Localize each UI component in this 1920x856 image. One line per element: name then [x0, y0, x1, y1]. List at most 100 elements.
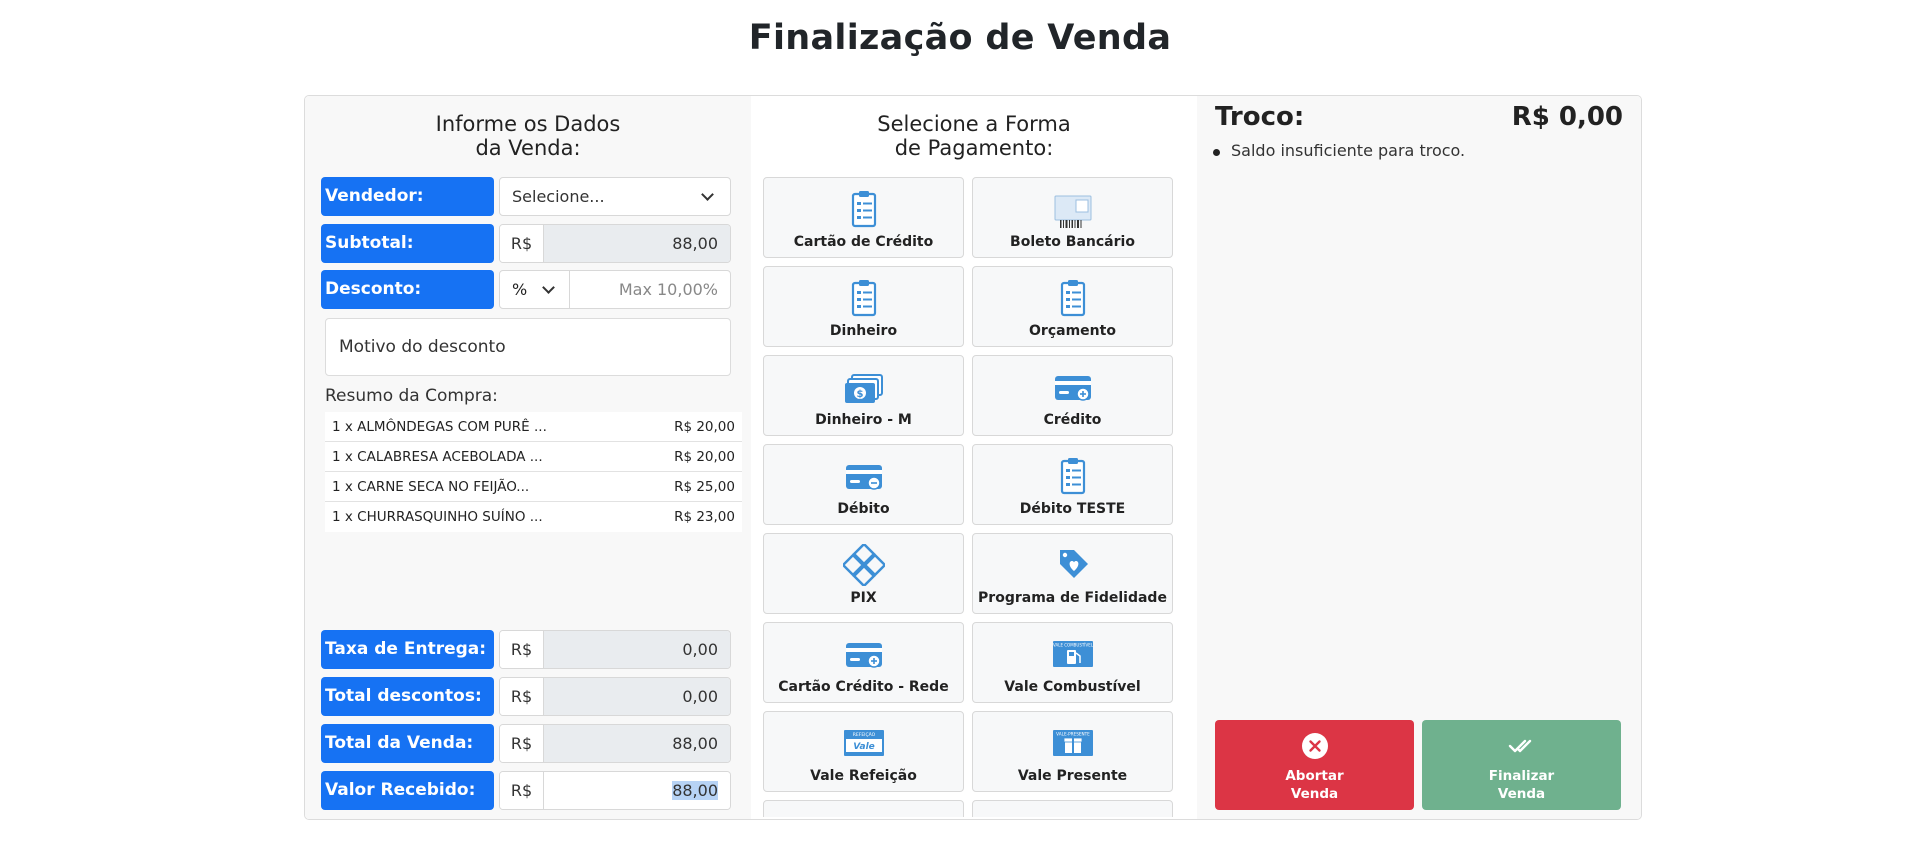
item-price: R$ 23,00	[674, 509, 735, 525]
vendedor-select[interactable]: Selecione...	[499, 177, 731, 216]
payment-label: Vale Presente	[1017, 768, 1128, 784]
payment-dinheiro-m-button[interactable]: $ Dinheiro - M	[763, 355, 964, 436]
payment-vale-presente-button[interactable]: VALE-PRESENTE Vale Presente	[972, 711, 1173, 792]
change-message: Saldo insuficiente para troco.	[1231, 141, 1466, 160]
valor-recebido-value: 88,00	[672, 781, 718, 800]
payment-method-button[interactable]	[763, 800, 964, 817]
payment-label: Crédito	[1043, 412, 1102, 428]
currency-prefix: R$	[500, 225, 544, 262]
item-price: R$ 25,00	[674, 479, 735, 495]
card-minus-icon	[845, 465, 882, 490]
change-column: Troco: R$ 0,00 Saldo insuficiente para t…	[1197, 96, 1641, 819]
payment-label: Dinheiro - M	[815, 412, 912, 428]
payment-label: Cartão de Crédito	[793, 234, 934, 250]
vendedor-label: Vendedor:	[321, 177, 494, 216]
sale-data-heading-line1: Informe os Dados	[435, 112, 621, 136]
fuel-voucher-icon: VALE COMBUSTÍVEL	[1052, 641, 1093, 667]
discount-input[interactable]: Max 10,00%	[570, 271, 730, 308]
sale-panel: Informe os Dados da Venda: Vendedor: Sel…	[304, 95, 1642, 820]
payment-method-button[interactable]	[972, 800, 1173, 817]
payment-label: Vale Refeição	[810, 768, 917, 784]
finish-sale-label: Finalizar Venda	[1422, 767, 1621, 803]
payment-method-grid: Cartão de Crédito Boleto Bancário Dinhei…	[763, 177, 1173, 817]
subtotal-row: Subtotal: R$ 88,00	[321, 224, 731, 263]
payment-label: Vale Combustível	[1004, 679, 1141, 695]
taxa-entrega-row: Taxa de Entrega: R$ 0,00	[321, 630, 731, 669]
payment-debito-teste-button[interactable]: Débito TESTE	[972, 444, 1173, 525]
gift-voucher-icon: VALE-PRESENTE	[1052, 730, 1093, 756]
payment-heading-line1: Selecione a Forma	[877, 112, 1071, 136]
payment-boleto-button[interactable]: Boleto Bancário	[972, 177, 1173, 258]
loyalty-tag-icon	[1059, 550, 1088, 578]
item-name: 1 x CARNE SECA NO FEIJÃO...	[332, 479, 530, 495]
desconto-label: Desconto:	[321, 270, 494, 309]
payment-orcamento-button[interactable]: Orçamento	[972, 266, 1173, 347]
item-price: R$ 20,00	[674, 419, 735, 435]
total-descontos-row: Total descontos: R$ 0,00	[321, 677, 731, 716]
currency-prefix: R$	[500, 678, 544, 715]
item-name: 1 x CALABRESA ACEBOLADA ...	[332, 449, 543, 465]
valor-recebido-label: Valor Recebido:	[321, 771, 494, 810]
valor-recebido-input[interactable]: 88,00	[544, 772, 730, 809]
payment-cartao-rede-button[interactable]: Cartão Crédito - Rede	[763, 622, 964, 703]
item-name: 1 x ALMÔNDEGAS COM PURÊ ...	[332, 419, 547, 435]
payment-cartao-credito-button[interactable]: Cartão de Crédito	[763, 177, 964, 258]
meal-voucher-text: Vale	[853, 742, 875, 752]
clipboard-icon	[1060, 280, 1085, 317]
total-venda-row: Total da Venda: R$ 88,00	[321, 724, 731, 763]
subtotal-field: R$ 88,00	[499, 224, 731, 263]
total-venda-label: Total da Venda:	[321, 724, 494, 763]
list-item: 1 x ALMÔNDEGAS COM PURÊ ... R$ 20,00	[325, 412, 742, 442]
payment-label: Débito	[837, 501, 890, 517]
change-value: R$ 0,00	[1511, 102, 1623, 132]
meal-voucher-text-top: REFEIÇÃO	[852, 731, 875, 738]
banknotes-icon: $	[844, 374, 883, 403]
clipboard-icon	[851, 280, 876, 317]
card-plus-icon	[845, 643, 882, 668]
payment-label: Programa de Fidelidade	[978, 590, 1167, 606]
meal-voucher-icon: REFEIÇÃO Vale	[843, 730, 884, 756]
valor-recebido-field: R$ 88,00	[499, 771, 731, 810]
sale-data-column: Informe os Dados da Venda: Vendedor: Sel…	[305, 96, 751, 819]
list-item: 1 x CHURRASQUINHO SUÍNO ... R$ 23,00	[325, 502, 742, 532]
discount-type-select[interactable]: %	[500, 271, 570, 308]
subtotal-value: 88,00	[544, 225, 730, 262]
abort-sale-button[interactable]: Abortar Venda	[1215, 720, 1414, 810]
barcode-icon	[1054, 195, 1091, 228]
discount-reason-input[interactable]: Motivo do desconto	[325, 318, 731, 376]
vendedor-select-value: Selecione...	[512, 187, 605, 206]
currency-prefix: R$	[500, 772, 544, 809]
discount-type-value: %	[512, 280, 528, 299]
card-plus-icon	[1054, 376, 1091, 401]
payment-debito-button[interactable]: Débito	[763, 444, 964, 525]
currency-prefix: R$	[500, 631, 544, 668]
finish-sale-button[interactable]: Finalizar Venda	[1422, 720, 1621, 810]
sale-data-heading-line2: da Venda:	[475, 136, 581, 160]
payment-label: Boleto Bancário	[1010, 234, 1135, 250]
payment-vale-combustivel-button[interactable]: VALE COMBUSTÍVEL Vale Combustível	[972, 622, 1173, 703]
finish-sale-label-line1: Finalizar	[1488, 768, 1555, 784]
abort-sale-label: Abortar Venda	[1215, 767, 1414, 803]
clipboard-icon	[851, 191, 876, 228]
purchase-summary-list: 1 x ALMÔNDEGAS COM PURÊ ... R$ 20,00 1 x…	[325, 412, 742, 532]
taxa-entrega-value: 0,00	[544, 631, 730, 668]
svg-text:$: $	[856, 389, 863, 400]
total-venda-field: R$ 88,00	[499, 724, 731, 763]
chevron-down-icon	[542, 281, 555, 294]
page-title: Finalização de Venda	[748, 18, 1172, 58]
payment-dinheiro-button[interactable]: Dinheiro	[763, 266, 964, 347]
vendedor-row: Vendedor: Selecione...	[321, 177, 731, 216]
sale-data-heading: Informe os Dados da Venda:	[305, 112, 751, 160]
double-check-icon	[1508, 739, 1531, 753]
payment-vale-refeicao-button[interactable]: REFEIÇÃO Vale Vale Refeição	[763, 711, 964, 792]
payment-label: Dinheiro	[829, 323, 898, 339]
finish-sale-label-line2: Venda	[1497, 786, 1546, 802]
payment-pix-button[interactable]: PIX	[763, 533, 964, 614]
payment-heading: Selecione a Forma de Pagamento:	[751, 112, 1197, 160]
taxa-entrega-field: R$ 0,00	[499, 630, 731, 669]
valor-recebido-row: Valor Recebido: R$ 88,00	[321, 771, 731, 810]
bullet-icon	[1213, 149, 1220, 156]
payment-fidelidade-button[interactable]: Programa de Fidelidade	[972, 533, 1173, 614]
total-descontos-value: 0,00	[544, 678, 730, 715]
payment-credito-button[interactable]: Crédito	[972, 355, 1173, 436]
